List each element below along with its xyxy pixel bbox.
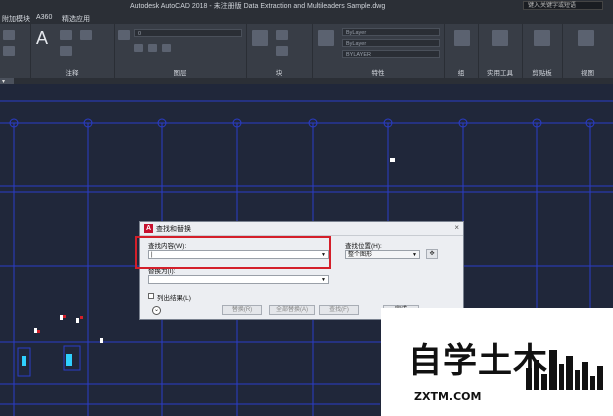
select-objects-icon: ✥	[429, 251, 435, 257]
watermark-url: ZXTM.COM	[414, 390, 482, 403]
autocad-logo-icon: A	[144, 224, 153, 233]
linetype-dropdown[interactable]: ByLayer	[342, 39, 440, 47]
find-button-label: 查找(F)	[329, 307, 349, 313]
ribbon-panel-utilities: 实用工具	[478, 24, 523, 78]
match-properties-icon[interactable]	[318, 30, 334, 46]
panel-label-layers: 图层	[173, 70, 187, 77]
title-bar: Autodesk AutoCAD 2018 - 未注册版 Data Extrac…	[0, 0, 613, 12]
close-icon[interactable]: ×	[454, 223, 459, 232]
create-block-icon[interactable]	[276, 30, 288, 40]
search-in-value: 整个图形	[348, 252, 373, 258]
select-objects-button[interactable]: ✥	[426, 249, 438, 259]
layer-value: 0	[138, 31, 142, 37]
chevron-down-icon[interactable]: ▼	[321, 276, 326, 284]
lineweight-dropdown[interactable]: BYLAYER	[342, 50, 440, 58]
ribbon-panel-annotation: A 注释	[30, 24, 115, 78]
draw-tool-icon[interactable]	[3, 30, 15, 40]
ribbon-panel-block: 块	[246, 24, 313, 78]
ribbon-panel-clipboard: 剪贴板	[522, 24, 563, 78]
dimension-icon[interactable]	[60, 30, 72, 40]
dialog-title-bar: A 查找和替换 ×	[140, 222, 463, 236]
tab-addins[interactable]: 附加模块	[2, 14, 30, 24]
layer-freeze-icon[interactable]	[148, 44, 157, 52]
list-results-checkbox[interactable]	[148, 293, 154, 299]
ribbon-panel-draw	[0, 24, 31, 78]
layer-dropdown[interactable]: 0	[134, 29, 242, 37]
replace-all-button-label: 全部替换(A)	[276, 307, 308, 313]
color-dropdown[interactable]: ByLayer	[342, 28, 440, 36]
chevron-down-icon[interactable]: ▼	[412, 251, 417, 259]
linetype-value: ByLayer	[346, 41, 367, 47]
panel-label-annotation: 注释	[65, 70, 79, 77]
skyline-logo-icon	[526, 350, 603, 390]
expand-options-button[interactable]: ⌄	[152, 306, 161, 315]
replace-all-button[interactable]: 全部替换(A)	[269, 305, 315, 315]
replace-input[interactable]: ▼	[148, 275, 329, 284]
ribbon-tabs: 附加模块 A360 精选应用	[0, 12, 613, 24]
ribbon-panel-groups: 组	[444, 24, 479, 78]
table-icon[interactable]	[60, 46, 72, 56]
replace-button[interactable]: 替换(R)	[222, 305, 262, 315]
paste-icon[interactable]	[534, 30, 550, 46]
search-input[interactable]: 键入关键字或短语	[523, 1, 603, 10]
measure-icon[interactable]	[492, 30, 508, 46]
panel-label-block: 块	[275, 70, 283, 77]
group-icon[interactable]	[454, 30, 470, 46]
edit-block-icon[interactable]	[276, 46, 288, 56]
panel-label-clipboard: 剪贴板	[532, 70, 552, 77]
leader-icon[interactable]	[80, 30, 92, 40]
color-value: ByLayer	[346, 30, 367, 36]
search-in-select[interactable]: 整个图形 ▼	[345, 250, 420, 259]
modify-tool-icon[interactable]	[3, 46, 15, 56]
layer-properties-icon[interactable]	[118, 30, 130, 40]
ribbon-panel-properties: ByLayer ByLayer BYLAYER 特性	[312, 24, 445, 78]
ribbon: A 注释 0 图层 块 ByLayer ByLayer BYLAYER 特性 组…	[0, 24, 613, 78]
layer-lock-icon[interactable]	[162, 44, 171, 52]
view-icon[interactable]	[578, 30, 594, 46]
layer-off-icon[interactable]	[134, 44, 143, 52]
panel-label-properties: 特性	[371, 70, 385, 77]
insert-block-icon[interactable]	[252, 30, 268, 46]
ribbon-panel-layers: 0 图层	[114, 24, 247, 78]
tab-a360[interactable]: A360	[36, 14, 52, 21]
find-field-highlight	[135, 236, 331, 269]
search-in-label: 查找位置(H):	[345, 243, 382, 250]
watermark: 自学土木 ZXTM.COM	[381, 308, 613, 416]
find-button[interactable]: 查找(F)	[319, 305, 359, 315]
tab-featured-apps[interactable]: 精选应用	[62, 14, 90, 24]
panel-label-groups: 组	[457, 70, 465, 77]
lineweight-value: BYLAYER	[346, 52, 371, 58]
replace-button-label: 替换(R)	[231, 307, 253, 313]
chevron-down-icon: ⌄	[153, 307, 160, 313]
ribbon-panel-view: 视图	[562, 24, 613, 78]
list-results-label: 列出结果(L)	[157, 295, 191, 302]
window-title: Autodesk AutoCAD 2018 - 未注册版 Data Extrac…	[130, 3, 386, 10]
panel-label-utilities: 实用工具	[487, 70, 513, 77]
panel-label-view: 视图	[581, 70, 594, 77]
text-tool-icon[interactable]: A	[36, 28, 48, 49]
dialog-title: 查找和替换	[156, 226, 191, 233]
